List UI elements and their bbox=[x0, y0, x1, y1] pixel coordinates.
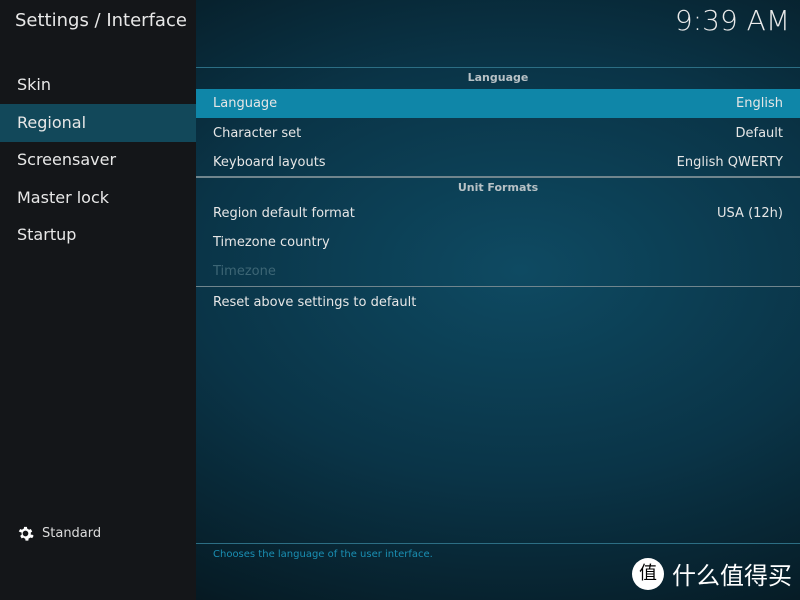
setting-label: Timezone country bbox=[213, 235, 330, 250]
divider bbox=[196, 543, 800, 544]
divider bbox=[196, 67, 800, 68]
sidebar-item-skin[interactable]: Skin bbox=[0, 66, 196, 104]
clock: 9:39 AM bbox=[674, 4, 790, 37]
section-header-language: Language bbox=[467, 71, 529, 84]
setting-label: Timezone bbox=[213, 264, 276, 279]
setting-label: Character set bbox=[213, 126, 302, 141]
help-text: Chooses the language of the user interfa… bbox=[213, 549, 433, 560]
watermark-text: 什么值得买 bbox=[672, 562, 792, 590]
reset-settings-button[interactable]: Reset above settings to default bbox=[196, 288, 800, 317]
setting-language[interactable]: Language English bbox=[196, 89, 800, 118]
sidebar-item-regional[interactable]: Regional bbox=[0, 104, 196, 142]
setting-value: English bbox=[736, 96, 783, 111]
setting-value: USA (12h) bbox=[717, 206, 783, 221]
sidebar-item-startup[interactable]: Startup bbox=[0, 216, 196, 254]
divider bbox=[196, 286, 800, 287]
watermark-logo: 值 什么值得买 bbox=[632, 556, 792, 591]
settings-level-button[interactable]: Standard bbox=[17, 525, 101, 542]
setting-value: Default bbox=[735, 126, 784, 141]
setting-timezone: Timezone bbox=[196, 257, 800, 286]
sidebar-item-master-lock[interactable]: Master lock bbox=[0, 179, 196, 217]
divider bbox=[196, 176, 800, 178]
page-title: Settings / Interface bbox=[15, 10, 187, 31]
setting-label: Region default format bbox=[213, 206, 355, 221]
section-header-unit-formats: Unit Formats bbox=[457, 181, 539, 194]
watermark-icon: 值 bbox=[632, 557, 664, 590]
setting-timezone-country[interactable]: Timezone country bbox=[196, 228, 800, 257]
setting-label: Language bbox=[213, 96, 278, 111]
gear-icon bbox=[18, 526, 34, 541]
sidebar-item-screensaver[interactable]: Screensaver bbox=[0, 141, 196, 179]
setting-region-default-format[interactable]: Region default format USA (12h) bbox=[196, 199, 800, 228]
settings-level-label: Standard bbox=[42, 526, 102, 541]
setting-keyboard-layouts[interactable]: Keyboard layouts English QWERTY bbox=[196, 148, 800, 177]
setting-character-set[interactable]: Character set Default bbox=[196, 119, 800, 148]
setting-value: English QWERTY bbox=[676, 155, 783, 170]
setting-label: Keyboard layouts bbox=[213, 155, 326, 170]
setting-label: Reset above settings to default bbox=[213, 295, 417, 310]
